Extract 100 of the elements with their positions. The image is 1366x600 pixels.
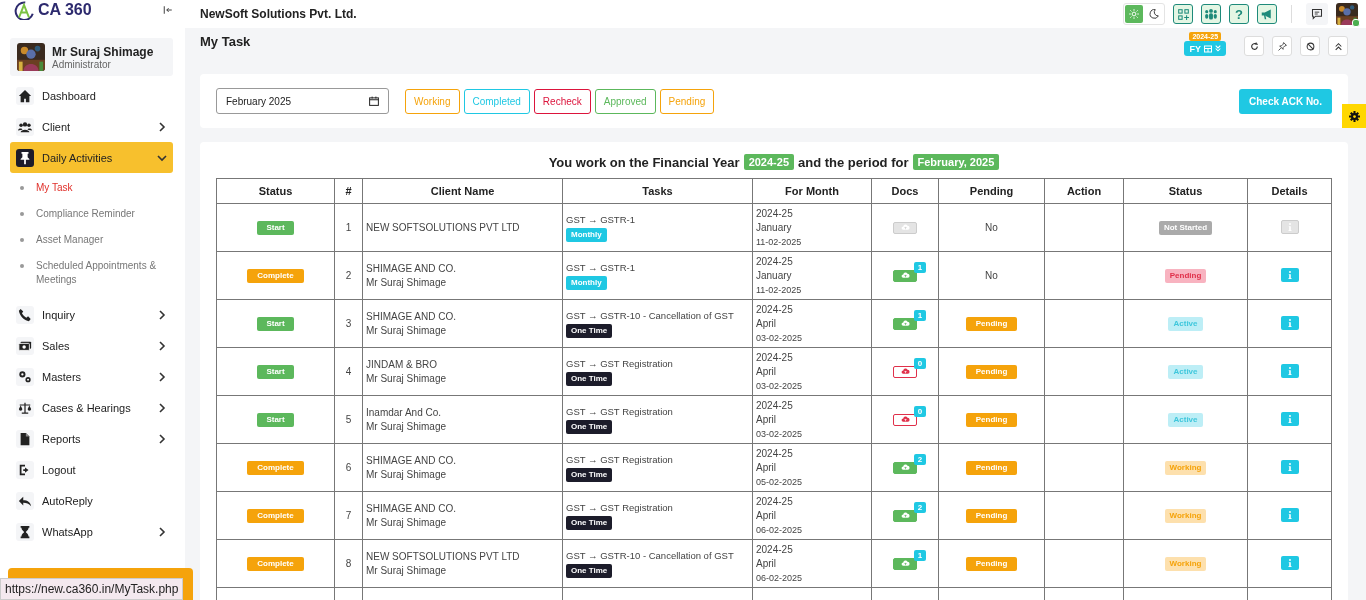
client-name: SHIMAGE AND CO.: [366, 309, 457, 324]
contact-name: Mr Suraj Shimage: [366, 467, 448, 482]
pending-badge: Pending: [965, 365, 1018, 379]
date-text: 03-02-2025: [756, 379, 804, 393]
heading-text: and the period for: [798, 154, 909, 170]
company-name: NewSoft Solutions Pvt. Ltd.: [200, 7, 358, 21]
count-badge: 2: [914, 453, 926, 465]
contact-name: Mr Suraj Shimage: [366, 563, 448, 578]
table-cell: 3: [334, 299, 363, 348]
table-cell: 6: [334, 443, 363, 492]
task-name: GST → GSTR-10 - Cancellation of GST: [566, 549, 735, 563]
user-name: Mr Suraj Shimage: [52, 44, 154, 59]
column-header: Tasks: [562, 178, 753, 204]
count-badge: 2: [914, 501, 926, 513]
client-name: JINDAM & BRO: [366, 357, 439, 372]
status-badge: Not Started: [1158, 221, 1213, 235]
pending-badge: Pending: [965, 317, 1018, 331]
contact-name: Mr Suraj Shimage: [366, 419, 448, 434]
date-text: 06-02-2025: [756, 523, 804, 537]
column-header: Status: [216, 178, 335, 204]
column-header: Details: [1247, 178, 1332, 204]
contact-name: Mr Suraj Shimage: [366, 371, 448, 386]
column-header: Action: [1044, 178, 1124, 204]
column-header: For Month: [752, 178, 872, 204]
frequency-badge: One Time: [566, 564, 613, 578]
date-text: 06-02-2025: [756, 571, 804, 585]
status-badge: Working: [1164, 557, 1207, 571]
heading-text: You work on the Financial Year: [548, 154, 740, 170]
task-name: GST → GST Registration: [566, 405, 674, 419]
table-cell: 8: [334, 539, 363, 588]
pending-text: No: [985, 221, 998, 233]
count-badge: 0: [914, 357, 926, 369]
date-text: 03-02-2025: [756, 331, 804, 345]
task-name: GST → GST Registration: [566, 453, 674, 467]
column-header: Docs: [871, 178, 939, 204]
column-header: Status: [1123, 178, 1248, 204]
count-badge: 1: [914, 309, 926, 321]
month-name: April: [756, 412, 777, 427]
table-cell: 4: [334, 347, 363, 396]
count-badge: 0: [914, 405, 926, 417]
financial-year: 2024-25: [756, 206, 794, 221]
frequency-badge: One Time: [566, 324, 613, 338]
frequency-badge: Monthly: [566, 276, 607, 290]
link-status-tooltip: https://new.ca360.in/MyTask.php: [0, 578, 184, 600]
frequency-badge: One Time: [566, 372, 613, 386]
client-name: SHIMAGE AND CO.: [366, 453, 457, 468]
financial-year: 2024-25: [756, 446, 794, 461]
client-name: NEW SOFTSOLUTIONS PVT LTD: [366, 549, 521, 564]
status-badge: Working: [1164, 461, 1207, 475]
pending-badge: Pending: [965, 557, 1018, 571]
period-badge: February, 2025: [912, 154, 1000, 170]
pending-text: No: [985, 269, 998, 281]
count-badge: 1: [914, 261, 926, 273]
page-title: My Task: [200, 34, 252, 49]
financial-year: 2024-25: [756, 350, 794, 365]
pending-badge: Pending: [965, 461, 1018, 475]
column-header: #: [334, 178, 363, 204]
date-text: 03-02-2025: [756, 427, 804, 441]
month-name: April: [756, 316, 777, 331]
user-role: Administrator: [52, 58, 111, 70]
brand-name: CA 360: [38, 1, 92, 19]
task-name: GST → GST Registration: [566, 501, 674, 515]
task-name: GST → GSTR-1: [566, 261, 636, 275]
task-name: GST → GSTR-1: [566, 213, 636, 227]
frequency-badge: One Time: [566, 516, 613, 530]
column-header: Pending: [938, 178, 1045, 204]
contact-name: Mr Suraj Shimage: [366, 275, 448, 290]
status-badge: Active: [1168, 317, 1203, 331]
financial-year: 2024-25: [756, 542, 794, 557]
column-header: Client Name: [362, 178, 563, 204]
pending-badge: Pending: [965, 509, 1018, 523]
client-name: NEW SOFTSOLUTIONS PVT LTD: [366, 220, 521, 235]
table-cell: 1: [334, 203, 363, 252]
month-name: April: [756, 556, 777, 571]
date-text: 05-02-2025: [756, 475, 804, 489]
financial-year: 2024-25: [756, 254, 794, 269]
frequency-badge: One Time: [566, 420, 613, 434]
task-name: GST → GSTR-10 - Cancellation of GST: [566, 309, 735, 323]
status-badge: Pending: [1164, 269, 1207, 283]
month-name: January: [756, 220, 793, 235]
client-name: SHIMAGE AND CO.: [366, 501, 457, 516]
client-name: SHIMAGE AND CO.: [366, 261, 457, 276]
month-name: January: [756, 268, 793, 283]
count-badge: 1: [914, 549, 926, 561]
status-badge: Active: [1168, 413, 1203, 427]
financial-year: 2024-25: [756, 494, 794, 509]
client-name: Inamdar And Co.: [366, 405, 443, 420]
status-badge: Working: [1164, 509, 1207, 523]
table-cell: 5: [334, 395, 363, 444]
frequency-badge: One Time: [566, 468, 613, 482]
pending-badge: Pending: [965, 413, 1018, 427]
frequency-badge: Monthly: [566, 228, 607, 242]
financial-year: 2024-25: [756, 302, 794, 317]
month-name: April: [756, 460, 777, 475]
month-name: April: [756, 364, 777, 379]
status-badge: Active: [1168, 365, 1203, 379]
table-cell: 7: [334, 491, 363, 540]
month-name: April: [756, 508, 777, 523]
date-text: 11-02-2025: [756, 235, 803, 249]
date-text: 11-02-2025: [756, 283, 803, 297]
